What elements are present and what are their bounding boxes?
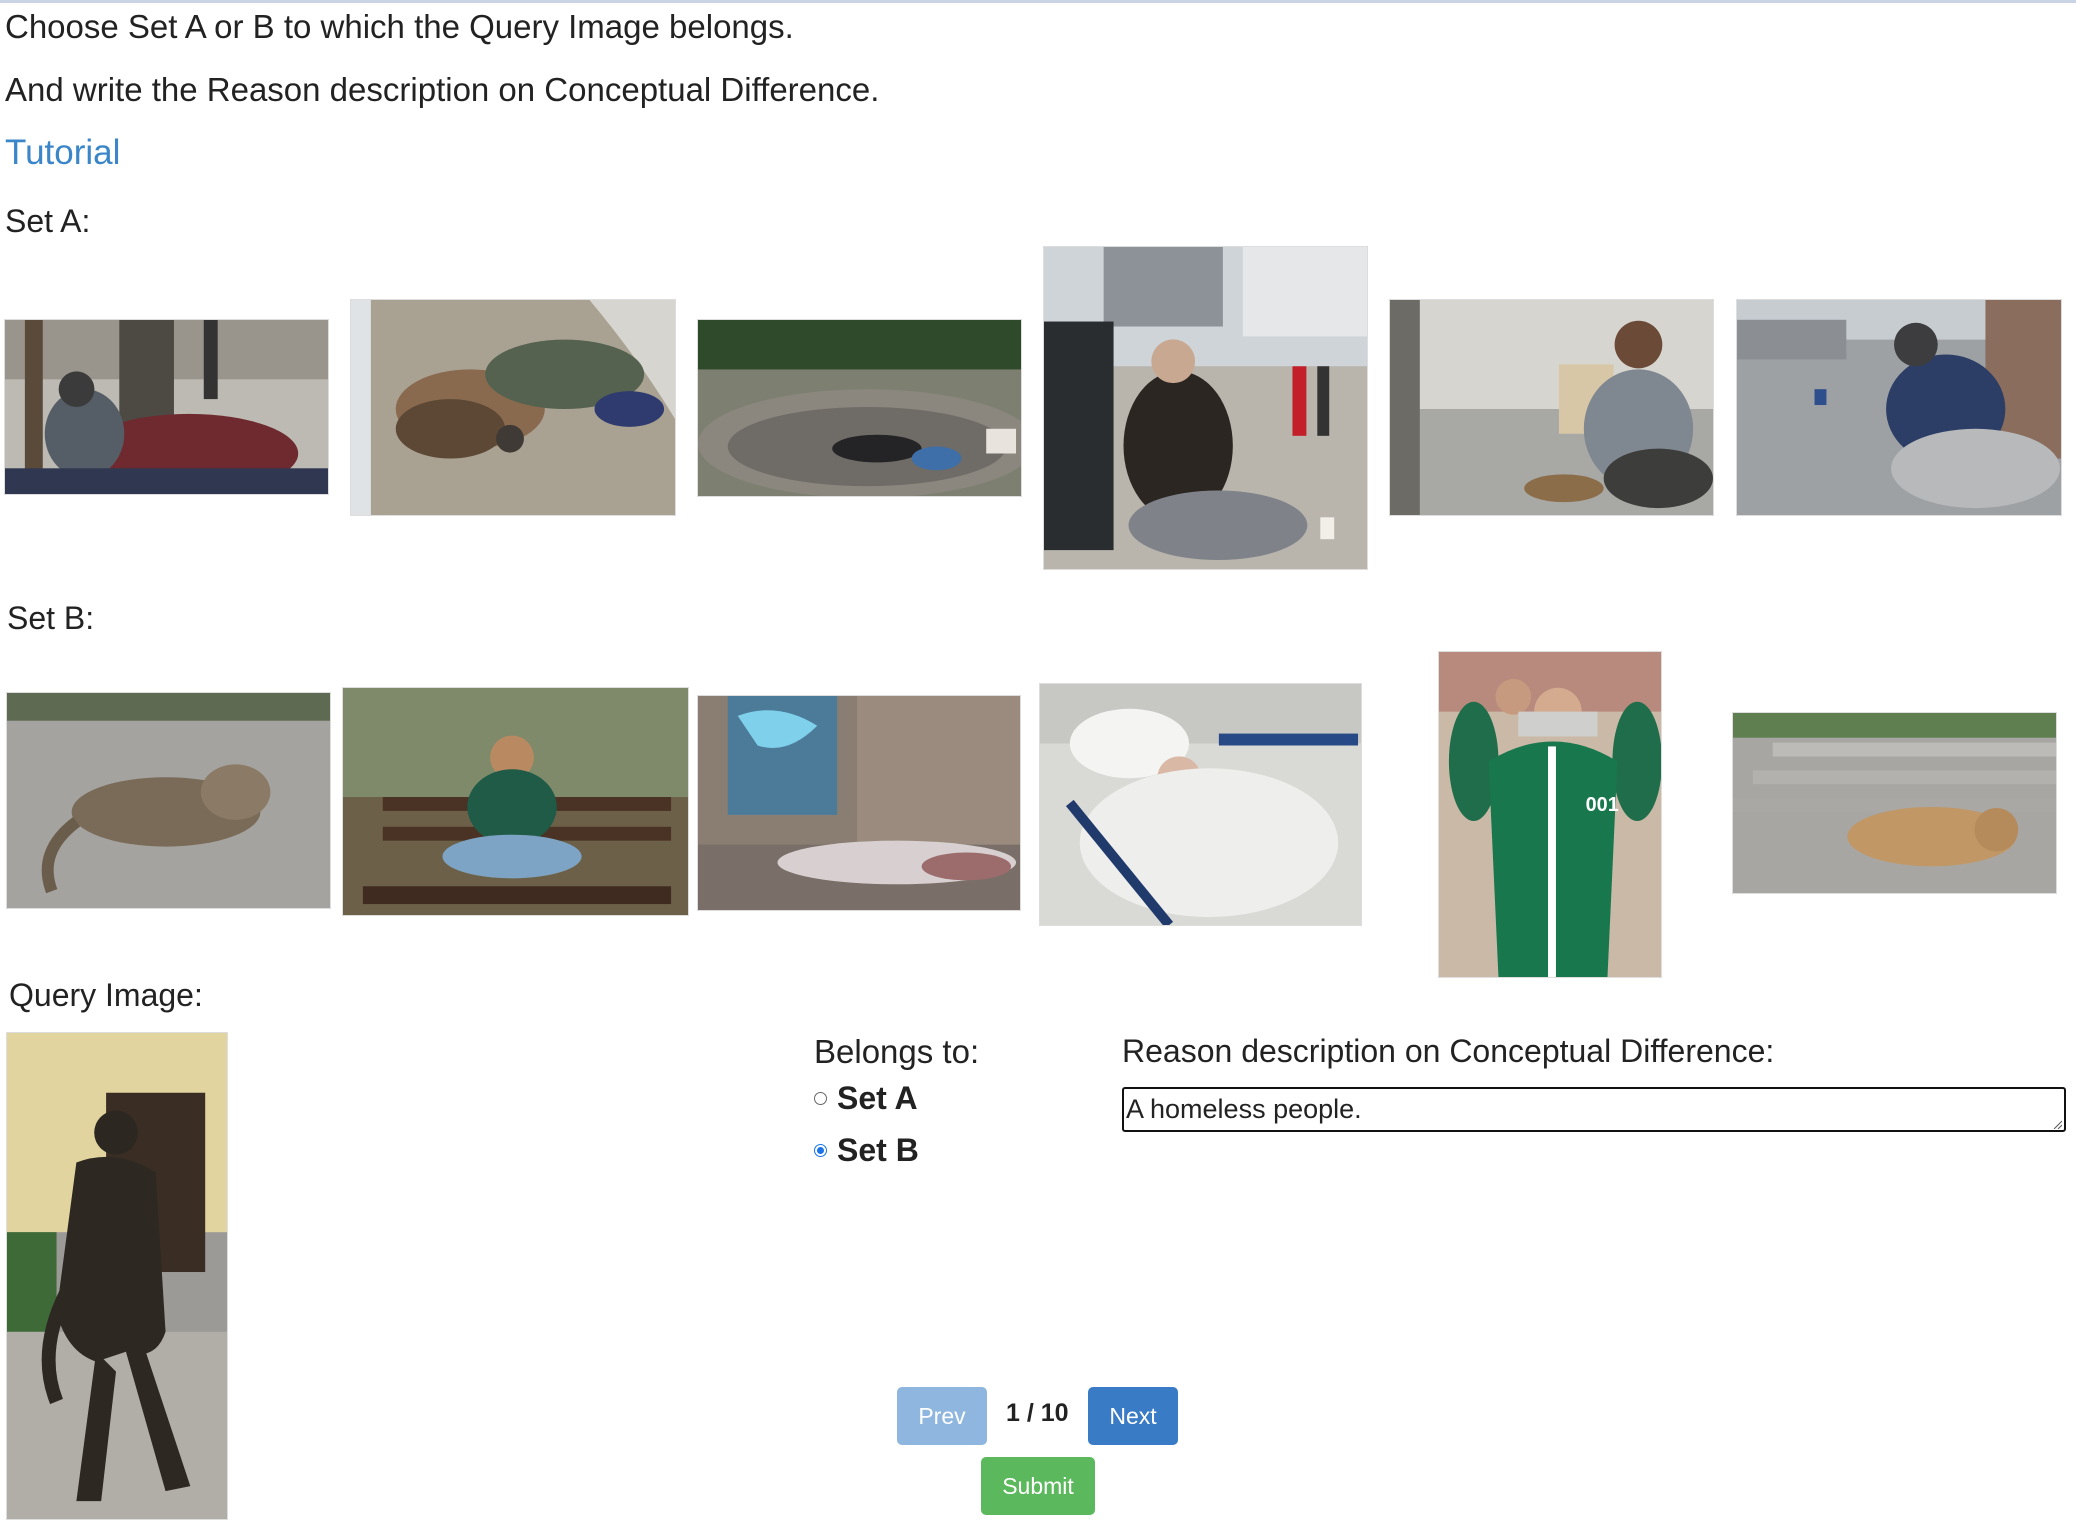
page-indicator: 1 / 10: [1006, 1399, 1069, 1427]
tracksuit-number-badge: 001: [1586, 794, 1619, 816]
set-b-image-5: 001: [1438, 651, 1662, 978]
reason-input[interactable]: [1122, 1087, 2066, 1132]
belongs-to-label: Belongs to:: [814, 1033, 980, 1070]
prev-button[interactable]: Prev: [897, 1387, 987, 1445]
tutorial-link[interactable]: Tutorial: [5, 133, 120, 173]
query-image-label: Query Image:: [9, 977, 203, 1013]
set-a-label: Set A:: [5, 203, 91, 239]
set-b-radio-label[interactable]: Set B: [837, 1132, 919, 1169]
next-button[interactable]: Next: [1088, 1387, 1178, 1445]
set-a-image-4: [1043, 246, 1368, 570]
set-b-label: Set B:: [7, 600, 95, 636]
query-image: [6, 1032, 228, 1520]
option-set-a[interactable]: Set A: [814, 1080, 918, 1117]
set-b-image-4: [1039, 683, 1362, 926]
reason-label: Reason description on Conceptual Differe…: [1122, 1033, 1775, 1069]
set-a-radio-label[interactable]: Set A: [837, 1080, 918, 1117]
set-a-image-6: [1736, 299, 2062, 516]
set-b-image-1: [6, 692, 331, 909]
instruction-line-1: Choose Set A or B to which the Query Ima…: [5, 8, 794, 45]
set-a-image-2: [350, 299, 676, 516]
resize-grip-icon[interactable]: [2052, 1119, 2062, 1129]
option-set-b[interactable]: Set B: [814, 1132, 919, 1169]
instruction-line-2: And write the Reason description on Conc…: [5, 71, 880, 108]
top-border: [0, 0, 2076, 3]
set-b-image-3: [697, 695, 1021, 911]
set-b-radio[interactable]: [814, 1144, 827, 1157]
set-a-image-3: [697, 319, 1022, 497]
set-a-image-1: [4, 319, 329, 495]
submit-button[interactable]: Submit: [981, 1457, 1095, 1515]
set-a-image-5: [1389, 299, 1714, 516]
set-a-radio[interactable]: [814, 1092, 827, 1105]
set-b-image-6: [1732, 712, 2057, 894]
set-b-image-2: [342, 687, 689, 916]
